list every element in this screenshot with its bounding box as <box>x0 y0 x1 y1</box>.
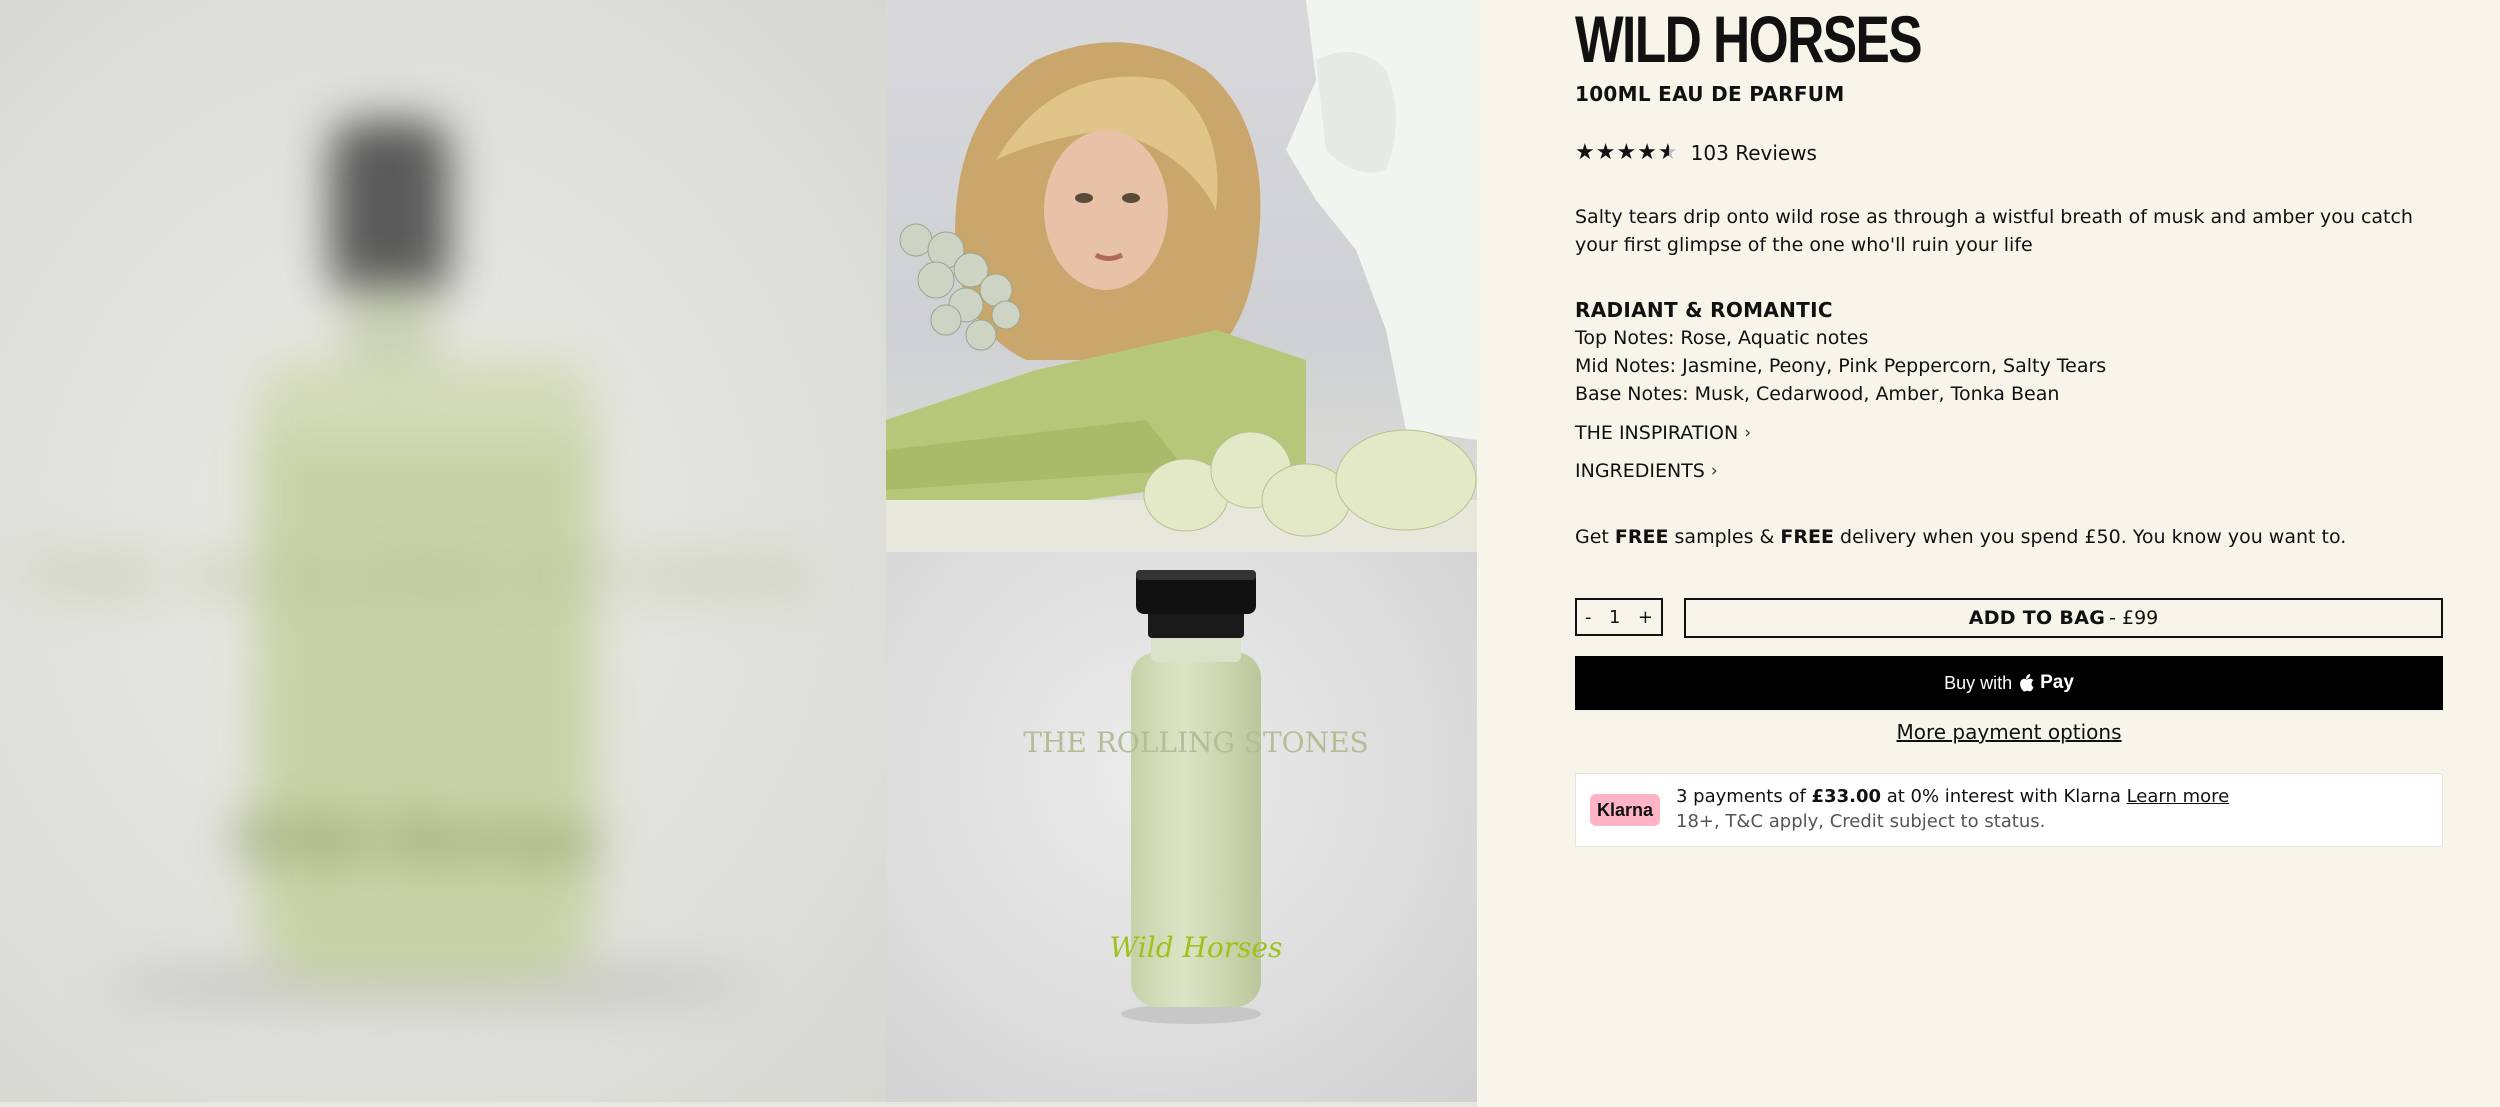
quantity-decrease-button[interactable]: - <box>1585 607 1592 628</box>
svg-text:THE ROLLING STONES: THE ROLLING STONES <box>1023 726 1368 759</box>
reviews-count-link[interactable]: 103 Reviews <box>1691 141 1817 165</box>
bottle-photo-graphic: THE ROLLING STONES Wild Horses <box>1023 570 1369 1024</box>
chevron-right-icon: › <box>1744 423 1752 443</box>
product-image-blurred[interactable]: THE ROLLING STONES Wild Horses <box>0 0 886 1102</box>
mid-notes: Mid Notes: Jasmine, Peony, Pink Pepperco… <box>1575 355 2107 377</box>
accordion-inspiration-label: THE INSPIRATION <box>1575 422 1739 444</box>
promo-free-delivery: FREE <box>1780 526 1834 548</box>
svg-text:Wild Horses: Wild Horses <box>1110 931 1283 964</box>
promo-free-samples: FREE <box>1614 526 1669 548</box>
blurred-bottle-graphic: THE ROLLING STONES Wild Horses <box>20 120 810 1007</box>
svg-text:THE ROLLING STONES: THE ROLLING STONES <box>20 542 810 616</box>
pay-brand-label: Pay <box>2040 672 2074 693</box>
accordion-inspiration[interactable]: THE INSPIRATION › <box>1575 422 1751 444</box>
klarna-disclaimer: 18+, T&C apply, Credit subject to status… <box>1676 811 2046 832</box>
klarna-payment-line: 3 payments of £33.00 at 0% interest with… <box>1676 786 2229 807</box>
top-notes: Top Notes: Rose, Aquatic notes <box>1575 327 1869 349</box>
notes-heading: RADIANT & ROMANTIC <box>1575 298 1833 322</box>
accordion-ingredients[interactable]: INGREDIENTS › <box>1575 460 1718 482</box>
klarna-message: Klarna 3 payments of £33.00 at 0% intere… <box>1575 773 2443 847</box>
add-to-bag-price: - £99 <box>2109 607 2159 629</box>
model-photo-graphic <box>886 0 1477 552</box>
product-image-bottle[interactable]: THE ROLLING STONES Wild Horses <box>886 552 1477 1102</box>
promo-samples: samples & <box>1668 526 1781 548</box>
product-title: WILD HORSES <box>1575 2 1923 76</box>
free-delivery-promo: Get FREE samples & FREE delivery when yo… <box>1575 526 2346 548</box>
rating-stars: ★ ★ ★ ★ ★ <box>1575 142 1679 164</box>
more-payment-options-link[interactable]: More payment options <box>1575 720 2443 744</box>
klarna-badge: Klarna <box>1590 794 1660 826</box>
quantity-value[interactable]: 1 <box>1609 607 1620 628</box>
add-to-bag-label: ADD TO BAG <box>1968 607 2106 629</box>
svg-text:Wild Horses: Wild Horses <box>230 805 601 875</box>
star-icon: ★ <box>1616 140 1637 165</box>
quantity-increase-button[interactable]: + <box>1638 607 1653 628</box>
promo-rest: delivery when you spend £50. You know yo… <box>1833 526 2347 548</box>
promo-get: Get <box>1575 526 1615 548</box>
chevron-right-icon: › <box>1710 461 1718 481</box>
add-to-bag-button[interactable]: ADD TO BAG - £99 <box>1684 598 2443 638</box>
klarna-learn-more-link[interactable]: Learn more <box>2127 786 2230 807</box>
klarna-amount: £33.00 <box>1811 786 1881 807</box>
star-icon: ★ <box>1575 140 1595 165</box>
product-image-model[interactable] <box>886 0 1477 552</box>
klarna-prefix: 3 payments of <box>1676 786 1812 807</box>
star-icon: ★ <box>1595 140 1616 165</box>
half-star-icon: ★ <box>1657 140 1678 165</box>
gallery-bottom-edge <box>0 1102 1477 1107</box>
accordion-ingredients-label: INGREDIENTS <box>1575 460 1705 482</box>
buy-with-label: Buy with <box>1944 672 2013 693</box>
quantity-stepper: - 1 + <box>1575 598 1663 636</box>
product-description: Salty tears drip onto wild rose as throu… <box>1575 206 2413 256</box>
base-notes: Base Notes: Musk, Cedarwood, Amber, Tonk… <box>1575 383 2060 405</box>
product-subtitle: 100ML EAU DE PARFUM <box>1575 82 1845 106</box>
apple-pay-button[interactable]: Buy with Pay <box>1575 656 2443 710</box>
product-rating[interactable]: ★ ★ ★ ★ ★ 103 Reviews <box>1575 141 1817 165</box>
star-icon: ★ <box>1637 140 1657 165</box>
klarna-mid: at 0% interest with Klarna <box>1881 786 2127 807</box>
apple-logo-icon <box>2020 674 2034 692</box>
